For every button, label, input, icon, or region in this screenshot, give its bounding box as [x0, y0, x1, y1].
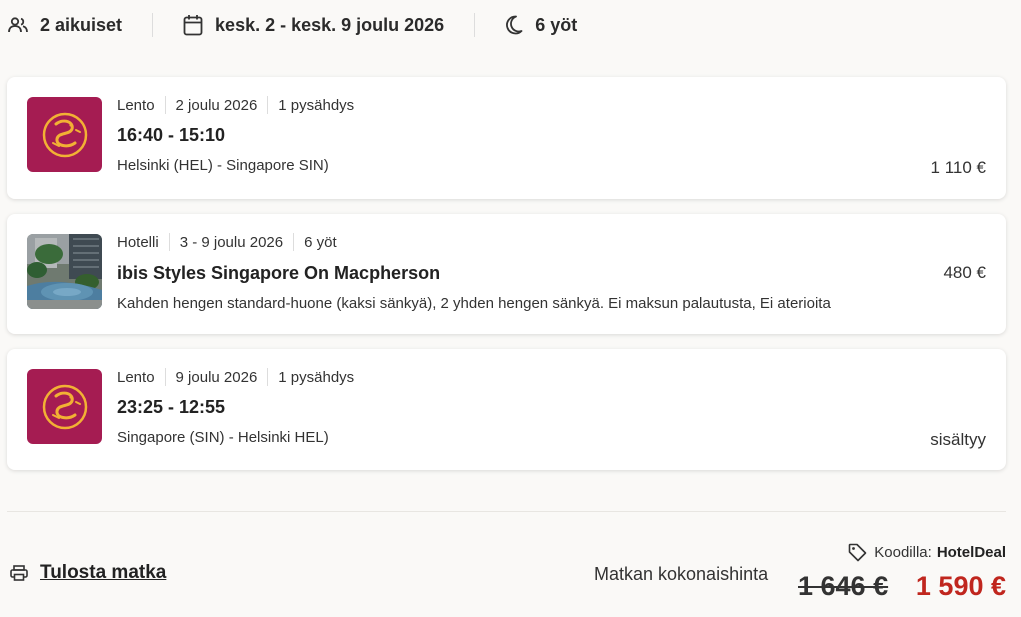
item-stops: 1 pysähdys: [278, 368, 355, 386]
flight-route: Singapore (SIN) - Helsinki HEL): [117, 429, 329, 446]
flight-route: Helsinki (HEL) - Singapore SIN): [117, 157, 329, 174]
room-description: Kahden hengen standard-huone (kaksi sänk…: [117, 295, 831, 312]
trip-summary: 2 aikuiset kesk. 2 - kesk. 9 joulu 2026 …: [8, 0, 577, 50]
item-type: Lento: [117, 368, 155, 386]
moon-icon: [506, 15, 523, 35]
airline-logo: [27, 97, 102, 172]
flight-card-outbound[interactable]: Lento 2 joulu 2026 1 pysähdys 16:40 - 15…: [7, 77, 1006, 199]
item-price: 1 110 €: [930, 158, 986, 177]
item-nights: 6 yöt: [304, 233, 337, 251]
nights-summary: 6 yöt: [505, 15, 577, 36]
calendar-icon: [183, 15, 203, 36]
flight-times: 16:40 - 15:10: [117, 125, 226, 145]
printer-icon: [10, 565, 28, 581]
tag-icon: [848, 543, 867, 562]
divider: [164, 368, 166, 386]
hotel-card[interactable]: Hotelli 3 - 9 joulu 2026 6 yöt ibis Styl…: [7, 214, 1006, 334]
item-price-included: sisältyy: [930, 430, 986, 449]
flight-meta: Lento 2 joulu 2026 1 pysähdys: [117, 96, 354, 114]
dates-text: kesk. 2 - kesk. 9 joulu 2026: [215, 14, 445, 35]
flight-times: 23:25 - 12:55: [117, 397, 226, 417]
item-type: Hotelli: [117, 233, 159, 251]
item-price: 480 €: [943, 263, 986, 282]
divider: [152, 13, 154, 37]
hotel-meta: Hotelli 3 - 9 joulu 2026 6 yöt: [117, 233, 337, 251]
travelers-text: 2 aikuiset: [40, 14, 123, 35]
total-price-label: Matkan kokonaishinta: [594, 564, 769, 584]
divider: [164, 96, 166, 114]
item-date: 2 joulu 2026: [175, 96, 258, 114]
item-stops: 1 pysähdys: [278, 96, 355, 114]
people-icon: [8, 17, 28, 33]
original-price: 1 646 €: [798, 571, 889, 601]
airline-logo: [27, 369, 102, 444]
item-type: Lento: [117, 96, 155, 114]
divider: [168, 233, 170, 251]
dragon-emblem-icon: [42, 112, 87, 157]
promo-code: Koodilla: HotelDeal: [848, 543, 1006, 562]
promo-label: Koodilla:: [874, 544, 932, 561]
discounted-price: 1 590 €: [915, 571, 1006, 601]
nights-text: 6 yöt: [535, 14, 578, 35]
print-label: Tulosta matka: [40, 562, 167, 583]
divider: [267, 96, 269, 114]
flight-card-return[interactable]: Lento 9 joulu 2026 1 pysähdys 23:25 - 12…: [7, 349, 1006, 470]
flight-meta: Lento 9 joulu 2026 1 pysähdys: [117, 368, 354, 386]
divider: [267, 368, 269, 386]
divider: [474, 13, 476, 37]
dragon-emblem-icon: [42, 384, 87, 429]
divider: [7, 511, 1006, 512]
dates-summary: kesk. 2 - kesk. 9 joulu 2026: [183, 14, 444, 36]
hotel-photo: [27, 234, 102, 309]
item-date: 9 joulu 2026: [175, 368, 258, 386]
item-date: 3 - 9 joulu 2026: [179, 233, 284, 251]
hotel-name: ibis Styles Singapore On Macpherson: [117, 263, 441, 283]
print-trip-link[interactable]: Tulosta matka: [10, 562, 166, 584]
travelers-summary: 2 aikuiset: [8, 15, 122, 36]
promo-code-value: HotelDeal: [936, 544, 1006, 561]
divider: [293, 233, 295, 251]
